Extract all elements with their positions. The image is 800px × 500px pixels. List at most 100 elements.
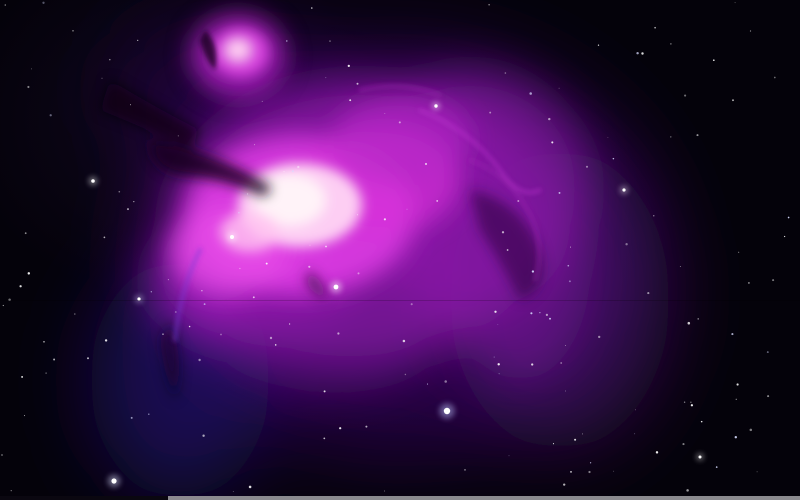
star <box>203 303 206 305</box>
star <box>552 443 555 445</box>
star <box>493 356 495 358</box>
star <box>607 137 609 138</box>
star <box>735 398 737 400</box>
star <box>570 471 572 473</box>
bright-star <box>230 235 234 239</box>
bottom-strip-dark <box>0 496 168 500</box>
bright-star <box>91 179 95 183</box>
star <box>697 318 699 320</box>
star <box>732 99 734 102</box>
star <box>72 29 74 32</box>
star <box>356 82 359 85</box>
star <box>126 208 130 211</box>
star <box>101 77 103 79</box>
star <box>308 265 311 268</box>
star <box>309 244 311 246</box>
star <box>261 100 263 102</box>
star <box>787 216 790 219</box>
bright-star <box>333 284 339 290</box>
star <box>347 64 350 68</box>
star <box>464 469 466 471</box>
star <box>715 466 718 468</box>
star <box>19 285 22 288</box>
star <box>162 333 164 335</box>
star <box>42 1 45 4</box>
star <box>53 358 56 361</box>
bright-star <box>111 478 117 484</box>
star <box>563 483 566 486</box>
star <box>201 289 203 292</box>
star <box>177 135 179 137</box>
star <box>104 339 108 342</box>
star <box>670 136 672 138</box>
star <box>690 401 692 403</box>
star <box>574 438 577 441</box>
star <box>269 336 273 340</box>
star <box>150 291 152 293</box>
star <box>569 246 571 248</box>
nebula-canvas <box>0 1 800 500</box>
star <box>501 231 505 234</box>
star <box>712 59 715 62</box>
star <box>613 470 615 472</box>
star <box>148 413 150 415</box>
star <box>130 416 133 419</box>
star <box>582 433 583 435</box>
star <box>568 280 571 283</box>
star <box>682 443 685 446</box>
star <box>252 296 255 299</box>
star <box>43 341 45 343</box>
star <box>21 375 24 378</box>
star <box>731 333 734 336</box>
bright-star <box>434 104 438 108</box>
star <box>558 191 561 194</box>
star <box>686 489 689 492</box>
star <box>696 134 699 137</box>
star <box>565 344 566 346</box>
star <box>756 471 758 473</box>
star <box>504 72 507 74</box>
star <box>558 87 560 89</box>
star <box>202 434 205 437</box>
star <box>297 165 300 169</box>
star <box>45 372 47 374</box>
bright-star <box>622 188 626 192</box>
star <box>783 235 786 238</box>
star <box>74 313 76 315</box>
star <box>137 39 139 42</box>
star <box>683 401 686 403</box>
bright-star <box>137 297 141 301</box>
star <box>517 200 520 202</box>
star <box>679 266 681 267</box>
star <box>531 363 534 366</box>
star <box>494 310 497 313</box>
star <box>167 279 169 281</box>
star <box>734 2 736 4</box>
star <box>27 85 30 89</box>
star <box>27 272 31 275</box>
star <box>323 437 326 440</box>
star <box>357 214 358 216</box>
star <box>265 262 268 265</box>
star <box>129 104 132 106</box>
star <box>436 199 439 202</box>
star <box>690 404 694 407</box>
star <box>687 321 691 325</box>
star <box>404 373 407 376</box>
star <box>567 264 570 267</box>
star <box>10 490 12 492</box>
star <box>232 491 234 492</box>
star <box>283 171 285 173</box>
star <box>286 40 288 42</box>
star <box>31 68 32 70</box>
star <box>24 415 25 417</box>
star <box>489 111 492 114</box>
star <box>109 58 111 61</box>
star <box>549 317 551 320</box>
star <box>337 332 340 335</box>
star <box>772 279 775 282</box>
star <box>118 190 121 193</box>
star <box>545 313 549 317</box>
star <box>700 420 703 423</box>
star <box>738 251 740 253</box>
